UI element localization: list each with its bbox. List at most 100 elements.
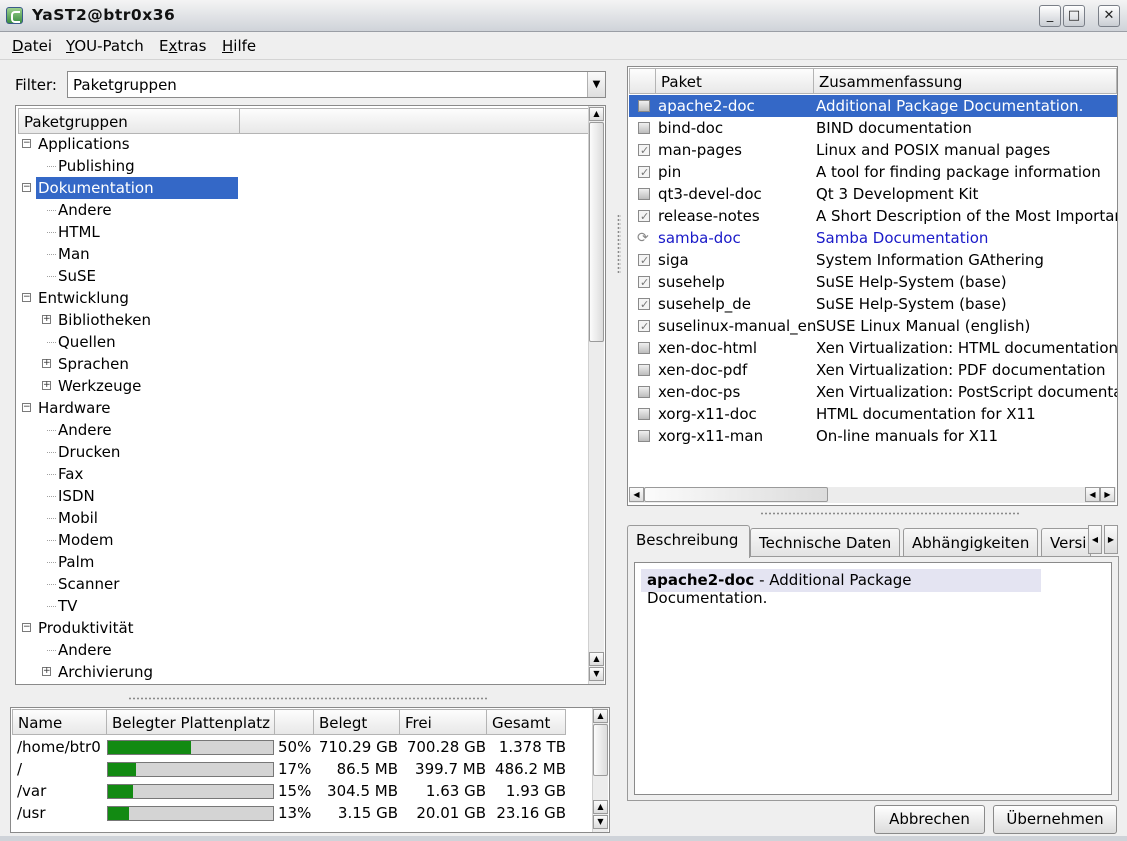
collapse-icon[interactable]: −: [22, 293, 31, 302]
disk-col-name[interactable]: Name: [12, 709, 107, 735]
package-row[interactable]: release-notes A Short Description of the …: [629, 205, 1117, 228]
tab-technische-daten[interactable]: Technische Daten: [750, 528, 900, 557]
tab-scroll-left-icon[interactable]: ◀: [1088, 525, 1102, 554]
pkg-col-status[interactable]: [629, 68, 656, 94]
tree-item[interactable]: ISDN: [58, 485, 95, 507]
tree-item[interactable]: Modem: [58, 529, 113, 551]
pkg-col-summary[interactable]: Zusammenfassung: [813, 68, 1117, 94]
tab-versionen[interactable]: Versi: [1041, 528, 1091, 557]
window-titlebar[interactable]: YaST2@btr0x36 _ □ ✕: [0, 0, 1127, 32]
package-row[interactable]: suselinux-manual_enSUSE Linux Manual (en…: [629, 315, 1117, 338]
package-row[interactable]: xen-doc-html Xen Virtualization: HTML doc…: [629, 337, 1117, 359]
tree-header[interactable]: Paketgruppen: [18, 108, 589, 134]
horizontal-splitter-handle[interactable]: [128, 697, 488, 700]
tree-item[interactable]: Werkzeuge: [58, 375, 141, 397]
disk-scrollbar[interactable]: ▲ ▲ ▼: [592, 708, 608, 832]
chevron-down-icon[interactable]: ▼: [587, 72, 605, 97]
package-row[interactable]: xorg-x11-doc HTML documentation for X11: [629, 403, 1117, 425]
package-row[interactable]: xen-doc-ps Xen Virtualization: PostScript…: [629, 381, 1117, 403]
disk-col-free[interactable]: Frei: [399, 709, 487, 735]
not-installed-checkbox-icon[interactable]: [638, 386, 650, 398]
menu-extras[interactable]: Extras: [159, 37, 206, 55]
tree-item[interactable]: Scanner: [58, 573, 119, 595]
scroll-up-icon[interactable]: ▲: [593, 800, 608, 814]
disk-table-row[interactable]: /home/btr0 50% 710.29 GB 700.28 GB 1.378 TB: [12, 736, 590, 758]
not-installed-checkbox-icon[interactable]: [638, 100, 650, 112]
update-icon[interactable]: [637, 227, 650, 249]
menu-hilfe[interactable]: Hilfe: [222, 37, 256, 55]
close-button[interactable]: ✕: [1098, 5, 1120, 27]
tree-item[interactable]: Publishing: [58, 155, 135, 177]
menu-datei[interactable]: Datei: [12, 37, 52, 55]
package-row[interactable]: susehelp SuSE Help-System (base): [629, 271, 1117, 294]
package-list-hscrollbar[interactable]: ◀ ◀ ▶: [629, 487, 1116, 503]
scroll-left-icon[interactable]: ◀: [629, 487, 644, 502]
disk-col-used[interactable]: Belegt: [313, 709, 400, 735]
not-installed-checkbox-icon[interactable]: [638, 408, 650, 420]
collapse-icon[interactable]: −: [22, 623, 31, 632]
package-row[interactable]: xorg-x11-man On-line manuals for X11: [629, 425, 1117, 447]
tree-item[interactable]: SuSE: [58, 265, 96, 287]
cancel-button[interactable]: Abbrechen: [874, 805, 985, 834]
collapse-icon[interactable]: −: [22, 403, 31, 412]
tree-item[interactable]: TV: [58, 595, 77, 617]
description-view[interactable]: apache2-doc - Additional Package Documen…: [634, 562, 1112, 795]
pkg-col-name[interactable]: Paket: [655, 68, 814, 94]
tree-scrollbar[interactable]: ▲ ▲ ▼: [588, 106, 604, 684]
scroll-down-icon[interactable]: ▼: [593, 815, 608, 829]
installed-checkbox-icon[interactable]: [638, 206, 650, 228]
disk-col-usage[interactable]: Belegter Plattenplatz: [106, 709, 275, 735]
installed-checkbox-icon[interactable]: [638, 316, 650, 338]
scroll-up-icon[interactable]: ▲: [589, 652, 604, 666]
tree-item[interactable]: Hardware: [38, 397, 110, 419]
not-installed-checkbox-icon[interactable]: [638, 122, 650, 134]
tree-item[interactable]: Andere: [58, 419, 112, 441]
menu-you-patch[interactable]: YOU-Patch: [66, 37, 144, 55]
package-groups-tree[interactable]: Paketgruppen − Applications Publishing − Dok…: [15, 105, 606, 685]
filter-combobox[interactable]: Paketgruppen ▼: [67, 71, 606, 98]
tree-item[interactable]: Andere: [58, 639, 112, 661]
scroll-right-icon[interactable]: ▶: [1100, 487, 1115, 502]
expand-icon[interactable]: +: [42, 667, 51, 676]
collapse-icon[interactable]: −: [22, 183, 31, 192]
package-row[interactable]: xen-doc-pdf Xen Virtualization: PDF docum…: [629, 359, 1117, 381]
tree-item[interactable]: Drucken: [58, 441, 120, 463]
package-row[interactable]: pin A tool for finding package informatio…: [629, 161, 1117, 184]
tree-item[interactable]: HTML: [58, 221, 100, 243]
package-list[interactable]: Paket Zusammenfassung apache2-doc Additio…: [627, 66, 1118, 506]
tree-item[interactable]: Produktivität: [38, 617, 134, 639]
tree-item[interactable]: Palm: [58, 551, 94, 573]
expand-icon[interactable]: +: [42, 381, 51, 390]
package-row[interactable]: man-pages Linux and POSIX manual pages: [629, 139, 1117, 162]
installed-checkbox-icon[interactable]: [638, 140, 650, 162]
scroll-thumb[interactable]: [644, 487, 828, 502]
expand-icon[interactable]: +: [42, 315, 51, 324]
not-installed-checkbox-icon[interactable]: [638, 430, 650, 442]
disk-col-percent[interactable]: [274, 709, 314, 735]
scroll-up-icon[interactable]: ▲: [589, 107, 604, 121]
package-row[interactable]: samba-doc Samba Documentation: [629, 227, 1117, 249]
tree-item-selected[interactable]: Dokumentation: [36, 177, 238, 199]
installed-checkbox-icon[interactable]: [638, 162, 650, 184]
tree-item[interactable]: Mobil: [58, 507, 98, 529]
disk-usage-table[interactable]: Name Belegter Plattenplatz Belegt Frei G…: [10, 707, 610, 833]
installed-checkbox-icon[interactable]: [638, 250, 650, 272]
tab-abhaengigkeiten[interactable]: Abhängigkeiten: [903, 528, 1038, 557]
accept-button[interactable]: Übernehmen: [993, 805, 1117, 834]
tree-item[interactable]: Fax: [58, 463, 83, 485]
scroll-down-icon[interactable]: ▼: [589, 667, 604, 681]
package-row[interactable]: siga System Information GAthering: [629, 249, 1117, 272]
package-row[interactable]: qt3-devel-doc Qt 3 Development Kit: [629, 183, 1117, 205]
tree-item[interactable]: Quellen: [58, 331, 116, 353]
minimize-button[interactable]: _: [1039, 5, 1061, 27]
scroll-thumb[interactable]: [589, 122, 604, 342]
installed-checkbox-icon[interactable]: [638, 272, 650, 294]
tree-item[interactable]: Archivierung: [58, 661, 153, 683]
scroll-left-icon[interactable]: ◀: [1085, 487, 1100, 502]
package-row[interactable]: apache2-doc Additional Package Documentat…: [629, 95, 1117, 117]
scroll-up-icon[interactable]: ▲: [593, 709, 608, 723]
tree-item[interactable]: Sprachen: [58, 353, 129, 375]
tree-item[interactable]: Applications: [38, 133, 130, 155]
tree-item[interactable]: Man: [58, 243, 90, 265]
collapse-icon[interactable]: −: [22, 139, 31, 148]
